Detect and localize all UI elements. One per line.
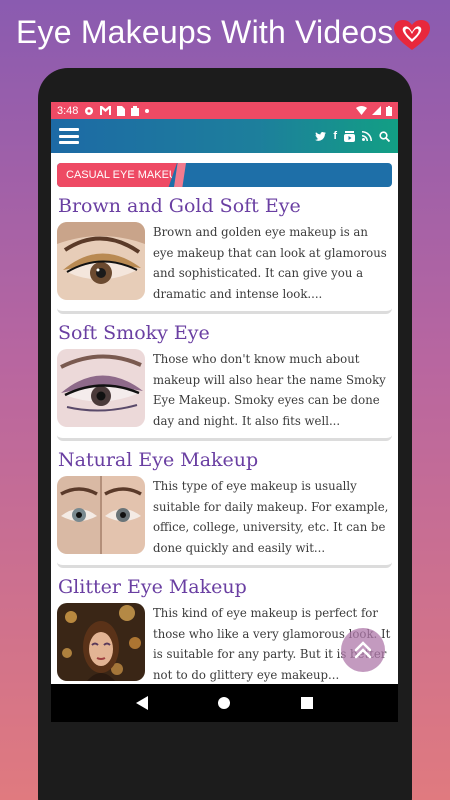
category-banner[interactable]: CASUAL EYE MAKEUP (57, 163, 392, 187)
article-title[interactable]: Glitter Eye Makeup (57, 574, 392, 600)
sim-icon (117, 105, 126, 116)
menu-icon[interactable] (59, 128, 79, 144)
app-screen: 3:48 f CASUAL EYE MAKEUP Brown and Gold … (51, 102, 398, 718)
glitter-eye-thumbnail[interactable] (57, 603, 145, 681)
home-icon[interactable] (217, 696, 231, 710)
article-title[interactable]: Soft Smoky Eye (57, 320, 392, 346)
youtube-icon[interactable] (344, 130, 355, 142)
article-excerpt: Those who don't know much about makeup w… (153, 352, 386, 428)
article-excerpt: This type of eye makeup is usually suita… (153, 479, 389, 555)
brown-gold-eye-thumbnail[interactable] (57, 222, 145, 300)
article-title[interactable]: Brown and Gold Soft Eye (57, 193, 392, 219)
list-item[interactable]: Soft Smoky Eye Those who don't know much (57, 320, 392, 441)
status-time: 3:48 (57, 104, 79, 117)
double-chevron-up-icon (354, 641, 372, 659)
list-item[interactable]: Natural Eye Makeup This type of eye make… (57, 447, 392, 568)
scroll-top-button[interactable] (341, 628, 385, 672)
heart-icon (394, 20, 430, 50)
smoky-eye-thumbnail[interactable] (57, 349, 145, 427)
rss-icon[interactable] (362, 131, 372, 141)
social-links: f (315, 130, 390, 142)
recents-icon[interactable] (301, 697, 314, 709)
promo-title: Eye Makeups With Videos (16, 14, 394, 50)
natural-eye-thumbnail[interactable] (57, 476, 145, 554)
article-title[interactable]: Natural Eye Makeup (57, 447, 392, 473)
gmail-icon (100, 106, 112, 115)
storage-icon (131, 105, 140, 116)
dot-icon (145, 108, 150, 113)
article-excerpt: Brown and golden eye makeup is an eye ma… (153, 225, 387, 301)
category-accent (174, 163, 186, 187)
list-item[interactable]: Brown and Gold Soft Eye Brown and golden… (57, 193, 392, 314)
category-label: CASUAL EYE MAKEUP (57, 163, 177, 187)
status-bar: 3:48 (51, 102, 398, 119)
signal-icon (372, 106, 381, 115)
search-icon[interactable] (379, 130, 390, 142)
twitter-icon[interactable] (315, 131, 327, 141)
article-list: CASUAL EYE MAKEUP Brown and Gold Soft Ey… (51, 153, 398, 695)
list-item[interactable]: Glitter Eye Makeup This kind of eye make… (57, 574, 392, 695)
settings-icon (85, 106, 94, 115)
back-icon[interactable] (135, 696, 148, 710)
wifi-icon (356, 106, 367, 115)
battery-icon (386, 105, 392, 116)
system-nav-bar (51, 684, 398, 722)
app-bar: f (51, 119, 398, 153)
facebook-icon[interactable]: f (333, 130, 337, 142)
